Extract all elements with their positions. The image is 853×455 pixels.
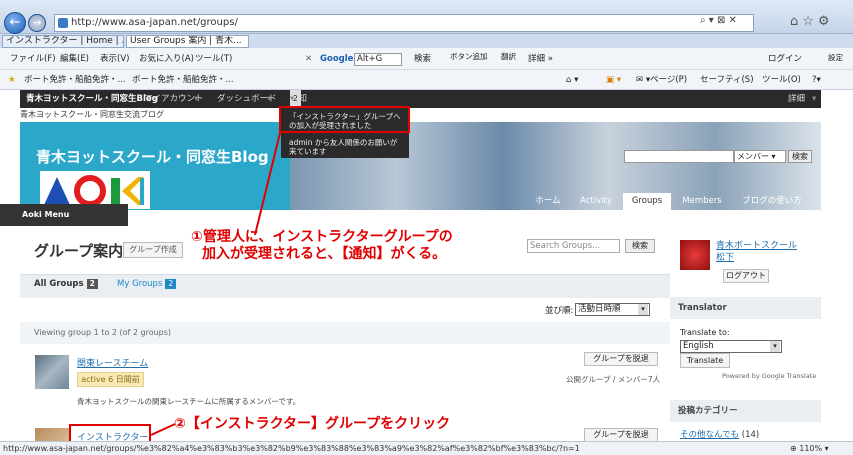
annotation-arrows	[150, 132, 281, 436]
annotation-step1-line2: 加入が受理されると、【通知】がくる。	[202, 246, 447, 262]
zoom-value: 110%	[799, 444, 823, 453]
status-bar: http://www.asa-japan.net/groups/%e3%82%a…	[0, 441, 853, 455]
annotation-line-1	[254, 132, 281, 236]
annotation-line-2	[150, 423, 176, 436]
annotation-step1: ①管理人に、インストラクターグループの 加入が受理されると、【通知】がくる。	[191, 229, 453, 263]
zoom-level[interactable]: ⊕ 110% ▾	[790, 442, 829, 455]
annotation-step1-line1: ①管理人に、インストラクターグループの	[191, 229, 453, 245]
annotation-step2: ②【インストラクター】グループをクリック	[174, 416, 451, 432]
zoom-icon: ⊕	[790, 444, 797, 453]
